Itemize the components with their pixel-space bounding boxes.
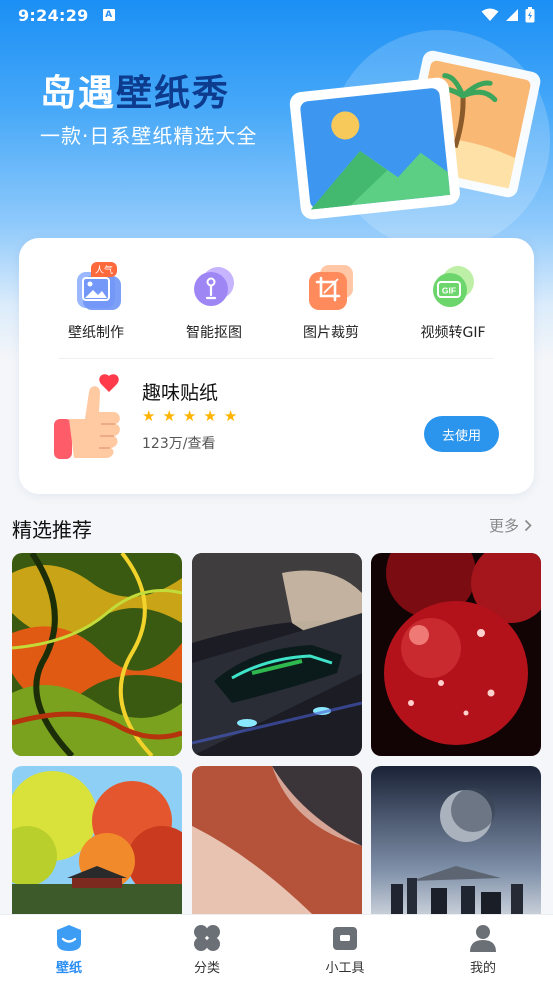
- status-icons: [481, 7, 535, 23]
- more-label: 更多: [489, 517, 520, 535]
- wallpaper-thumb-cherries[interactable]: [371, 553, 541, 756]
- nav-label: 分类: [193, 961, 220, 976]
- tool-label: 视频转GIF: [420, 325, 486, 341]
- nav-item-profile[interactable]: 我的: [443, 923, 523, 976]
- sticker-title: 趣味贴纸: [142, 382, 219, 404]
- category-icon: [194, 925, 220, 951]
- nav-label: 小工具: [325, 961, 365, 976]
- feature-card: 人气 壁纸制作 智能抠图 图片裁剪 GIF 视频转GIF 趣味贴纸 ★ ★ ★ …: [19, 238, 534, 494]
- status-bar: 9:24:29 A: [0, 0, 553, 30]
- view-count: 123万/查看: [142, 436, 216, 452]
- battery-icon: [525, 7, 535, 23]
- sticker-promo[interactable]: 趣味贴纸 ★ ★ ★ ★ ★ 123万/查看 去使用: [19, 360, 534, 494]
- signal-icon: [506, 9, 518, 21]
- image-icon: 人气: [71, 262, 121, 312]
- wallpaper-thumb-desert-dune[interactable]: [192, 766, 362, 914]
- notification-icon: A: [102, 9, 115, 21]
- hero-illustration: [289, 50, 541, 220]
- star-icon: ★: [203, 407, 217, 425]
- tool-wallpaper-maker[interactable]: 人气 壁纸制作: [36, 262, 156, 342]
- wallpaper-thumb-abstract-swirl[interactable]: [12, 553, 182, 756]
- divider: [59, 358, 494, 359]
- nav-label: 壁纸: [55, 961, 82, 976]
- chevron-right-icon: [524, 519, 532, 532]
- cutout-icon: [189, 262, 239, 312]
- use-button[interactable]: 去使用: [424, 416, 499, 452]
- tool-video-to-gif[interactable]: GIF 视频转GIF: [393, 262, 513, 342]
- crop-icon: [306, 262, 356, 312]
- rating-stars: ★ ★ ★ ★ ★: [142, 409, 237, 424]
- bottom-nav: 壁纸 分类 小工具 我的: [0, 914, 553, 984]
- tool-label: 壁纸制作: [68, 325, 124, 341]
- nav-item-tools[interactable]: 小工具: [305, 923, 385, 976]
- hero-title-part1: 岛遇: [40, 73, 117, 114]
- tools-row: 人气 壁纸制作 智能抠图 图片裁剪 GIF 视频转GIF: [19, 238, 534, 348]
- tool-label: 智能抠图: [186, 325, 242, 341]
- hero-subtitle: 一款·日系壁纸精选大全: [40, 124, 258, 148]
- hero-title-part2: 壁纸秀: [116, 73, 231, 114]
- tool-image-crop[interactable]: 图片裁剪: [271, 262, 391, 342]
- wallpaper-thumb-race-car[interactable]: [192, 553, 362, 756]
- tool-smart-cutout[interactable]: 智能抠图: [154, 262, 274, 342]
- thumbs-up-icon: [54, 374, 120, 459]
- nav-item-category[interactable]: 分类: [167, 923, 247, 976]
- more-link[interactable]: 更多: [489, 515, 532, 536]
- popular-badge: 人气: [91, 262, 118, 277]
- star-icon: ★: [182, 407, 197, 425]
- app-screen: 9:24:29 A 岛遇壁纸秀 一款·日系壁纸精选大全 人气 壁纸制作 智能抠图…: [0, 0, 553, 984]
- nav-label: 我的: [469, 961, 496, 976]
- wallpaper-thumb-city-moon[interactable]: [371, 766, 541, 914]
- wifi-icon: [481, 8, 499, 21]
- gif-icon: GIF: [428, 262, 478, 312]
- wallpaper-thumb-autumn-trees[interactable]: [12, 766, 182, 914]
- profile-icon: [470, 925, 496, 952]
- star-icon: ★: [162, 407, 176, 425]
- svg-text:GIF: GIF: [442, 286, 456, 296]
- nav-item-wallpaper[interactable]: 壁纸: [29, 923, 109, 976]
- toolbox-icon: [333, 927, 357, 950]
- section-title: 精选推荐: [12, 518, 92, 542]
- status-time: 9:24:29: [18, 5, 89, 25]
- tool-label: 图片裁剪: [303, 325, 359, 341]
- hero-title: 岛遇壁纸秀: [40, 64, 230, 116]
- star-icon: ★: [223, 407, 238, 425]
- wallpaper-icon: [57, 925, 81, 951]
- star-icon: ★: [142, 407, 156, 425]
